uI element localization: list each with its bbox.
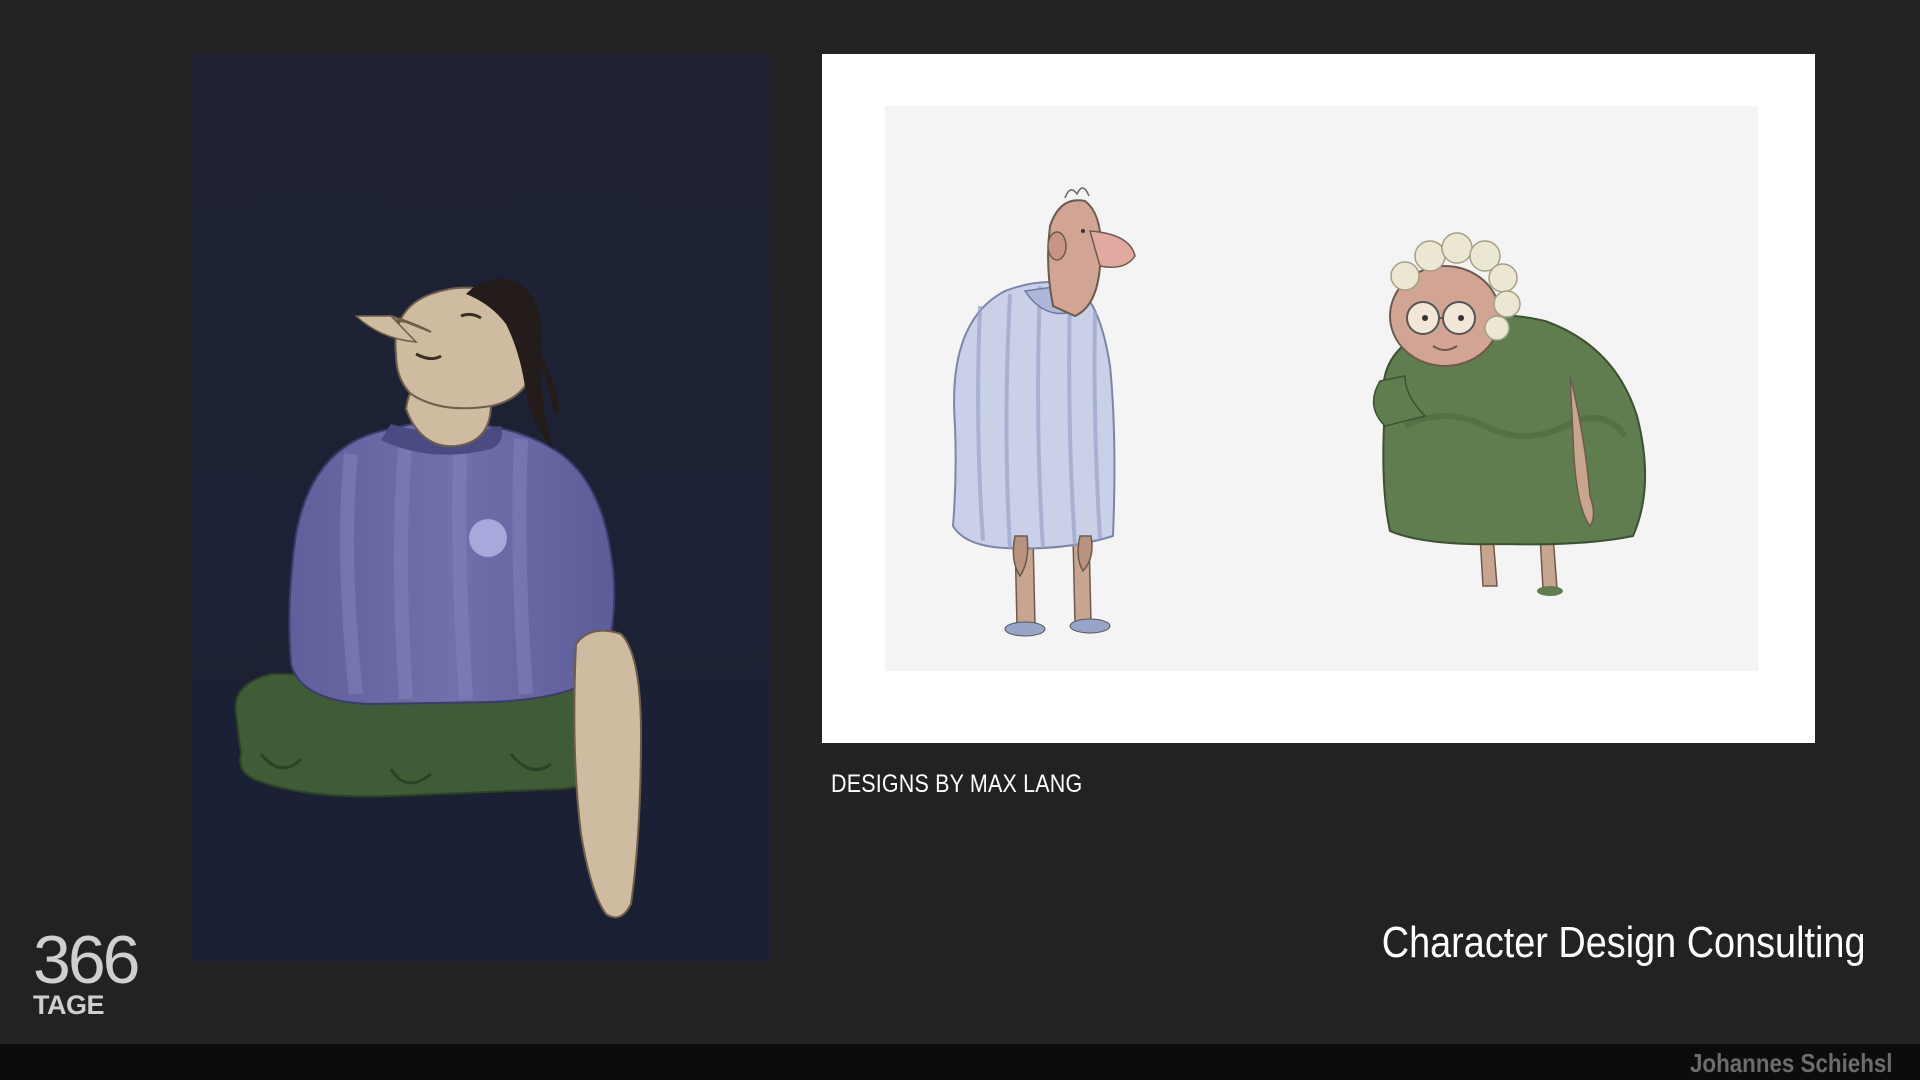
old-woman-figure <box>1372 232 1647 596</box>
old-couple-illustration <box>951 187 1647 637</box>
old-man-figure <box>951 187 1136 637</box>
logo-number: 366 <box>33 922 140 998</box>
man-looking-up-illustration <box>234 278 643 919</box>
artwork-panel-left <box>191 54 769 961</box>
brand-logo: 366 TAGE <box>33 922 145 1020</box>
author-name: Johannes Schiehsl <box>1690 1048 1893 1078</box>
slide-title: Character Design Consulting <box>1382 918 1866 967</box>
artwork-panel-right <box>822 54 1815 743</box>
footer-bar: Johannes Schiehsl <box>0 1044 1920 1080</box>
artwork-caption: DESIGNS BY MAX LANG <box>831 770 1083 798</box>
sketch-paper <box>885 106 1758 671</box>
